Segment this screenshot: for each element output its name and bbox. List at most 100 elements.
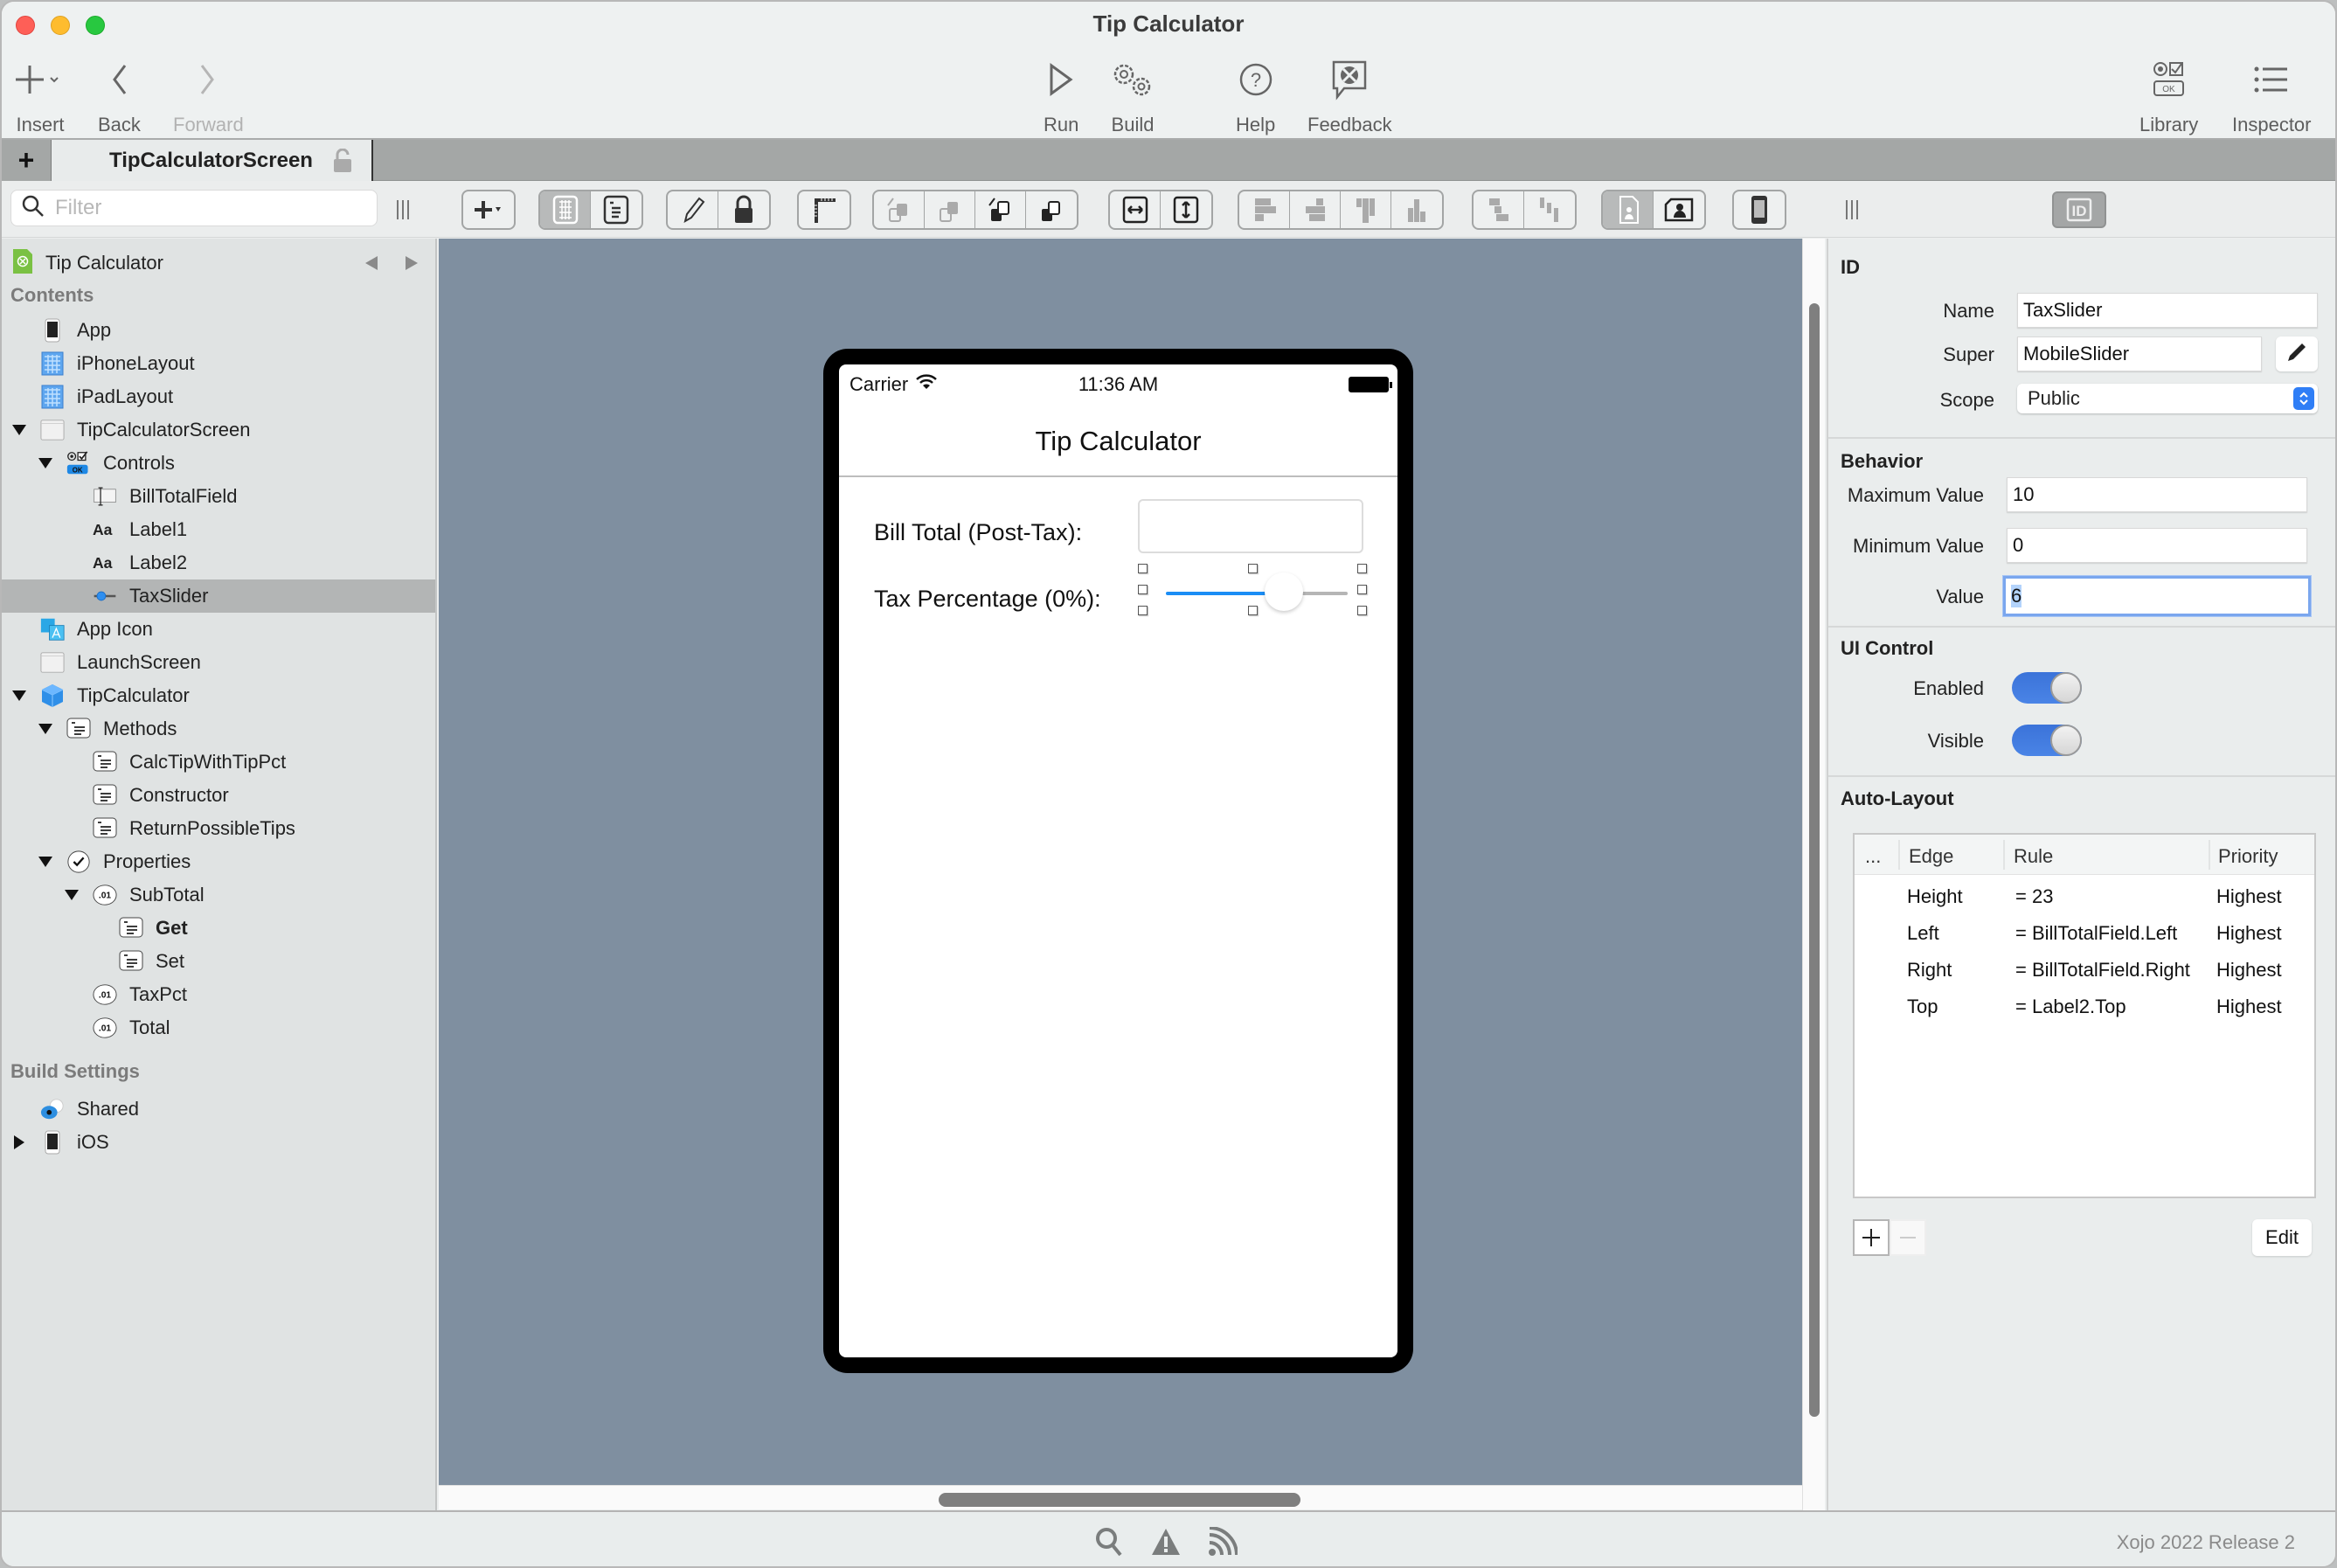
resize-handle-bottom[interactable] [1248, 606, 1258, 615]
filter-input[interactable] [55, 196, 352, 220]
tree-item-taxpct[interactable]: .01 TaxPct [2, 978, 435, 1011]
align-top-button[interactable] [1341, 191, 1391, 228]
tree-item-label2[interactable]: Aa Label2 [2, 546, 435, 579]
constraint-row[interactable]: Right = BillTotalField.Right Highest [1855, 952, 2314, 989]
disclosure-collapsed-icon[interactable] [10, 1134, 28, 1151]
min-value-field[interactable]: 0 [2007, 528, 2307, 563]
visible-toggle[interactable] [2012, 725, 2082, 756]
feedback-button[interactable]: Feedback [1307, 56, 1392, 136]
tree-item-tipcalculatorscreen[interactable]: TipCalculatorScreen [2, 413, 435, 447]
tree-item-ios[interactable]: iOS [2, 1126, 435, 1159]
portrait-button[interactable] [1603, 191, 1654, 228]
name-field[interactable]: TaxSlider [2017, 293, 2318, 328]
resize-handle-left[interactable] [1138, 585, 1148, 594]
lock-button[interactable] [718, 191, 769, 228]
disclosure-expanded-icon[interactable] [63, 886, 80, 904]
column-header-rule[interactable]: Rule [2014, 845, 2053, 868]
tree-item-total[interactable]: .01 Total [2, 1011, 435, 1044]
tree-item-app[interactable]: App [2, 314, 435, 347]
tree-item-billtotalfield[interactable]: BillTotalField [2, 480, 435, 513]
tree-item-app-icon[interactable]: App Icon [2, 613, 435, 646]
edit-pencil-button[interactable] [668, 191, 718, 228]
bill-total-field[interactable] [1138, 499, 1363, 553]
tree-item-returnpossibletips[interactable]: ReturnPossibleTips [2, 812, 435, 845]
new-tab-button[interactable]: + [2, 140, 52, 181]
resize-handle-bottom-left[interactable] [1138, 606, 1148, 615]
resize-handle-top[interactable] [1248, 564, 1258, 573]
resize-handle-top-left[interactable] [1138, 564, 1148, 573]
nav-next-icon[interactable] [404, 254, 420, 276]
resize-handle-right[interactable] [1357, 585, 1367, 594]
edit-constraints-button[interactable]: Edit [2252, 1219, 2312, 1256]
column-header-more[interactable]: ... [1865, 845, 1881, 868]
column-header-edge[interactable]: Edge [1909, 845, 1953, 868]
build-button[interactable]: Build [1108, 56, 1157, 136]
ruler-button[interactable] [799, 191, 850, 228]
slider-knob[interactable] [1264, 572, 1303, 611]
disclosure-expanded-icon[interactable] [10, 421, 28, 439]
resize-handle-top-right[interactable] [1357, 564, 1367, 573]
canvas-horizontal-scrollbar[interactable] [439, 1485, 1802, 1509]
landscape-button[interactable] [1654, 191, 1704, 228]
send-to-back-button[interactable] [1026, 191, 1077, 228]
add-control-button[interactable] [463, 191, 514, 228]
auto-layout-table[interactable]: ... Edge Rule Priority Height = 23 Highest… [1853, 833, 2316, 1198]
enabled-toggle[interactable] [2012, 672, 2082, 704]
edit-super-button[interactable] [2276, 336, 2318, 371]
forward-button[interactable]: Forward [173, 56, 244, 136]
library-button[interactable]: OK Library [2139, 56, 2198, 136]
disclosure-expanded-icon[interactable] [37, 720, 54, 738]
messages-feed-icon[interactable] [1208, 1526, 1238, 1561]
column-header-priority[interactable]: Priority [2218, 845, 2278, 868]
tree-item-properties[interactable]: Properties [2, 845, 435, 878]
tree-item-ipadlayout[interactable]: iPadLayout [2, 380, 435, 413]
fit-width-button[interactable] [1110, 191, 1161, 228]
tree-item-calctipwithtippct[interactable]: CalcTipWithTipPct [2, 746, 435, 779]
horizontal-scroll-thumb[interactable] [939, 1493, 1300, 1507]
super-field[interactable]: MobileSlider [2017, 336, 2262, 371]
tree-item-tipcalculator[interactable]: TipCalculator [2, 679, 435, 712]
tree-item-methods[interactable]: Methods [2, 712, 435, 746]
back-button[interactable]: Back [98, 56, 141, 136]
send-backward-button[interactable] [975, 191, 1026, 228]
code-view-button[interactable] [591, 191, 641, 228]
disclosure-expanded-icon[interactable] [37, 853, 54, 871]
tree-item-taxslider[interactable]: TaxSlider [2, 579, 435, 613]
tree-item-label1[interactable]: Aa Label1 [2, 513, 435, 546]
tree-item-set[interactable]: Set [2, 945, 435, 978]
tree-item-subtotal[interactable]: .01 SubTotal [2, 878, 435, 912]
layout-canvas[interactable]: Carrier 11:36 AM Tip Calculator Bill Tot… [439, 239, 1802, 1485]
inspector-splitter-handle[interactable] [1846, 200, 1858, 219]
constraint-row[interactable]: Top = Label2.Top Highest [1855, 989, 2314, 1025]
align-center-button[interactable] [1290, 191, 1341, 228]
nav-previous-icon[interactable] [364, 254, 379, 276]
constraint-row[interactable]: Height = 23 Highest [1855, 878, 2314, 915]
tree-item-constructor[interactable]: Constructor [2, 779, 435, 812]
device-preview-button[interactable] [1734, 191, 1785, 228]
insert-button[interactable]: Insert [14, 56, 66, 136]
disclosure-expanded-icon[interactable] [37, 454, 54, 472]
scope-select[interactable]: Public [2017, 384, 2318, 413]
resize-handle-bottom-right[interactable] [1357, 606, 1367, 615]
id-tab-button[interactable]: ID [2052, 191, 2106, 228]
canvas-vertical-scrollbar[interactable] [1802, 239, 1825, 1510]
label1-bill-total[interactable]: Bill Total (Post-Tax): [874, 519, 1082, 546]
tree-item-launchscreen[interactable]: LaunchScreen [2, 646, 435, 679]
search-icon[interactable] [1094, 1526, 1124, 1562]
bring-forward-button[interactable] [874, 191, 925, 228]
inspector-button[interactable]: Inspector [2232, 56, 2312, 136]
label2-tax-percentage[interactable]: Tax Percentage (0%): [874, 586, 1101, 613]
fit-height-button[interactable] [1161, 191, 1211, 228]
warning-icon[interactable] [1150, 1527, 1182, 1561]
distribute-horizontal-button[interactable] [1474, 191, 1524, 228]
remove-constraint-button[interactable] [1890, 1219, 1926, 1256]
unlocked-lock-icon[interactable] [333, 148, 352, 179]
align-bottom-button[interactable] [1391, 191, 1442, 228]
run-button[interactable]: Run [1044, 56, 1078, 136]
layout-view-button[interactable] [540, 191, 591, 228]
tree-item-iphonelayout[interactable]: iPhoneLayout [2, 347, 435, 380]
vertical-scroll-thumb[interactable] [1809, 303, 1820, 1417]
tree-item-get[interactable]: Get [2, 912, 435, 945]
tree-item-controls[interactable]: OK Controls [2, 447, 435, 480]
tax-slider[interactable] [1138, 562, 1367, 623]
